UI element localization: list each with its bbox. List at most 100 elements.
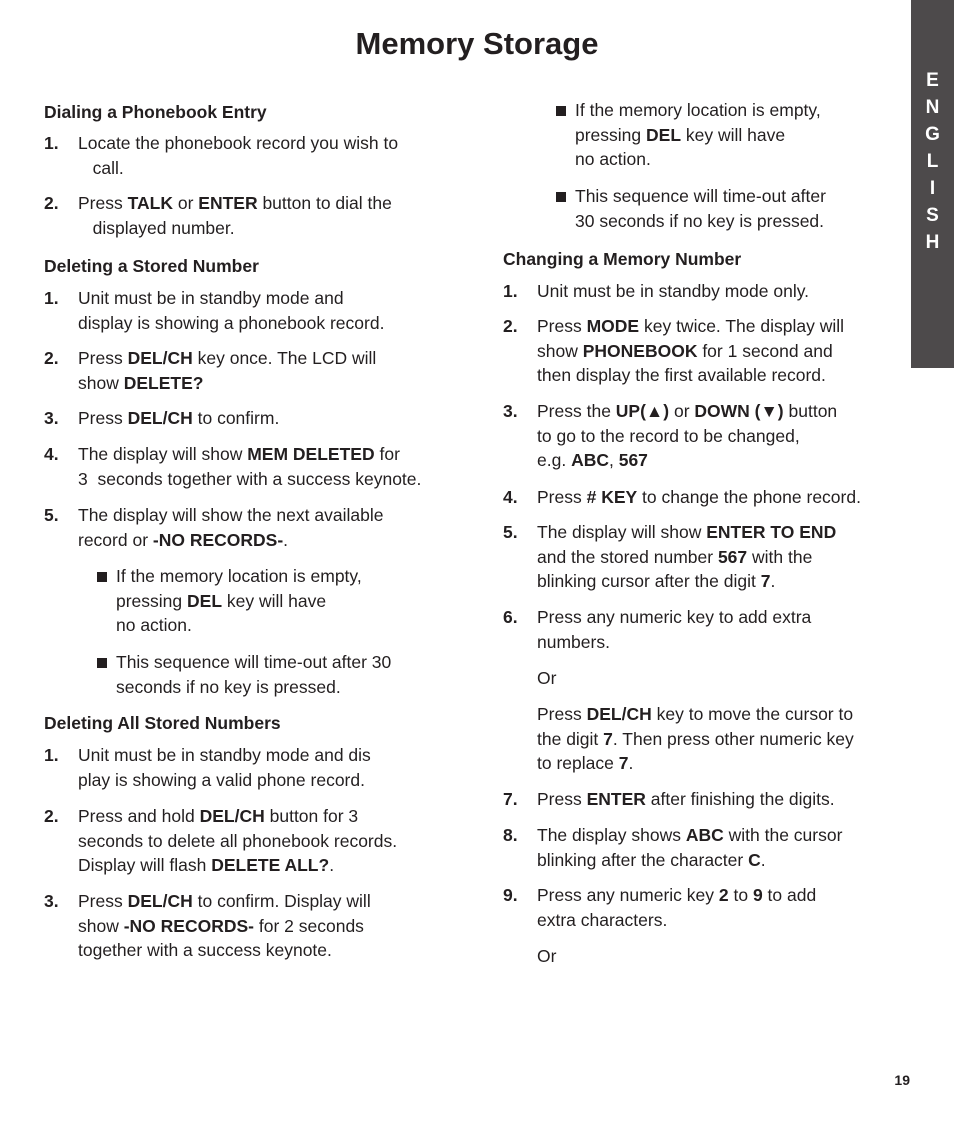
text-line: If the memory location is empty, bbox=[575, 98, 821, 123]
text-line: blinking after the character C. bbox=[537, 848, 842, 873]
text-run: or bbox=[669, 401, 695, 421]
text-line: The display will show MEM DELETED for bbox=[78, 442, 421, 467]
bold-term: -NO RECORDS- bbox=[123, 915, 254, 936]
bold-term: ENTER TO END bbox=[706, 522, 837, 542]
step-item: 1. Unit must be in standby mode and displa… bbox=[44, 286, 384, 335]
bold-term: DEL/CH bbox=[586, 704, 652, 724]
item-text: Press DEL/CH to confirm. bbox=[78, 406, 279, 431]
text-line: The display will show ENTER TO END bbox=[537, 520, 836, 545]
bold-term: DOWN (▼) bbox=[694, 401, 784, 421]
text-run: If the memory location is empty, bbox=[116, 566, 362, 586]
item-text: Press ENTER after finishing the digits. bbox=[537, 787, 835, 812]
text-run: Press and hold bbox=[78, 806, 200, 826]
step-item: 2. Press DEL/CH key once. The LCD will sho… bbox=[44, 346, 376, 395]
text-line: displayed number. bbox=[78, 216, 392, 241]
text-run: Unit must be in standby mode and dis bbox=[78, 745, 371, 765]
text-run: 3 seconds together with a success keynot… bbox=[78, 468, 422, 489]
bullet-item: If the memory location is empty, pressing… bbox=[556, 98, 821, 172]
bold-term: DEL bbox=[187, 590, 223, 611]
step-number: 4. bbox=[503, 487, 518, 507]
bold-term: -NO RECORDS- bbox=[152, 529, 284, 550]
language-tab-letter: L bbox=[926, 151, 939, 172]
paragraph: Or bbox=[503, 666, 556, 691]
text-line: Press any numeric key 2 to 9 to add bbox=[537, 883, 816, 908]
text-line: e.g. ABC, 567 bbox=[537, 448, 837, 473]
text-line: show PHONEBOOK for 1 second and bbox=[537, 339, 844, 364]
bold-term: ENTER bbox=[198, 193, 258, 213]
text-run: to confirm. Display will bbox=[192, 891, 371, 911]
language-tab-letter: S bbox=[926, 205, 939, 226]
step-item: 3. Press DEL/CH to confirm. Display will s… bbox=[44, 889, 371, 963]
text-line: The display will show the next available bbox=[78, 503, 383, 528]
text-run: with the bbox=[747, 546, 813, 567]
bold-term: 7 bbox=[618, 753, 629, 773]
text-line: together with a success keynote. bbox=[78, 938, 371, 963]
text-run: displayed number. bbox=[78, 217, 235, 238]
bold-term: MODE bbox=[586, 316, 640, 336]
text-line: to replace 7. bbox=[537, 751, 854, 776]
text-run: button for 3 bbox=[264, 806, 359, 826]
text-run: show bbox=[78, 915, 124, 936]
text-line: Display will flash DELETE ALL?. bbox=[78, 853, 397, 878]
text-run: This sequence will time-out after bbox=[575, 186, 826, 206]
text-run: key will have bbox=[681, 124, 786, 145]
section-heading: Changing a Memory Number bbox=[503, 249, 742, 269]
item-text: Press any numeric key 2 to 9 to add extra… bbox=[537, 883, 816, 932]
text-line: no action. bbox=[575, 147, 821, 172]
text-line: Press DEL/CH to confirm. bbox=[78, 406, 279, 431]
step-number: 5. bbox=[44, 505, 59, 525]
text-line: show DELETE? bbox=[78, 371, 376, 396]
text-line: no action. bbox=[116, 613, 362, 638]
text-run: Press bbox=[537, 316, 587, 336]
bold-term: UP(▲) bbox=[615, 401, 670, 421]
step-item: 1. Locate the phonebook record you wish t… bbox=[44, 131, 398, 180]
item-text: This sequence will time-out after 30 seco… bbox=[575, 184, 826, 233]
section-heading: Deleting All Stored Numbers bbox=[44, 713, 281, 733]
section-heading: Deleting a Stored Number bbox=[44, 256, 259, 276]
item-text: Press DEL/CH key to move the cursor to th… bbox=[537, 702, 854, 776]
step-item: 2. Press and hold DEL/CH button for 3 seco… bbox=[44, 804, 397, 878]
text-run: Press bbox=[537, 704, 587, 724]
text-run: play is showing a valid phone record. bbox=[78, 769, 365, 790]
item-text: The display will show ENTER TO END and th… bbox=[537, 520, 836, 594]
item-text: The display shows ABC with the cursor bli… bbox=[537, 823, 842, 872]
step-item: 8. The display shows ABC with the cursor b… bbox=[503, 823, 842, 872]
text-line: extra characters. bbox=[537, 908, 816, 933]
step-item: 2. Press MODE key twice. The display will… bbox=[503, 314, 844, 388]
text-run: blinking cursor after the digit bbox=[537, 571, 761, 591]
step-item: 1. Unit must be in standby mode only. bbox=[503, 279, 809, 304]
text-run: The display shows bbox=[537, 825, 686, 845]
text-line: Unit must be in standby mode only. bbox=[537, 279, 809, 304]
text-run: Or bbox=[537, 668, 557, 688]
step-item: 4. Press # KEY to change the phone record… bbox=[503, 485, 861, 510]
bullet-item: This sequence will time-out after 30 seco… bbox=[97, 650, 391, 699]
step-item: 1. Unit must be in standby mode and dis pl… bbox=[44, 743, 371, 792]
text-run: blinking after the character bbox=[537, 849, 749, 870]
bold-term: 567 bbox=[717, 546, 748, 567]
bold-term: DEL bbox=[646, 124, 682, 145]
text-line: Unit must be in standby mode and dis bbox=[78, 743, 371, 768]
step-number: 3. bbox=[503, 401, 518, 421]
square-bullet-icon bbox=[97, 572, 107, 582]
step-item: 3. Press DEL/CH to confirm. bbox=[44, 406, 279, 431]
text-run: Press bbox=[537, 487, 587, 507]
text-run: The display will show bbox=[537, 522, 707, 542]
text-line: This sequence will time-out after 30 bbox=[116, 650, 391, 675]
item-text: Or bbox=[537, 666, 556, 691]
bold-term: MEM DELETED bbox=[247, 444, 375, 464]
text-line: the digit 7. Then press other numeric ke… bbox=[537, 727, 854, 752]
text-run: Press bbox=[78, 408, 128, 428]
text-line: pressing DEL key will have bbox=[575, 123, 821, 148]
text-run: seconds if no key is pressed. bbox=[116, 676, 341, 697]
step-item: 6. Press any numeric key to add extra numb… bbox=[503, 605, 811, 654]
text-run: Press bbox=[78, 193, 128, 213]
text-run: to change the phone record. bbox=[637, 487, 861, 507]
bold-term: ABC bbox=[685, 825, 724, 845]
text-run: key once. The LCD will bbox=[192, 348, 377, 368]
text-line: Press DEL/CH key to move the cursor to bbox=[537, 702, 854, 727]
step-item: 5. The display will show ENTER TO END and … bbox=[503, 520, 836, 594]
language-tab: ENGLISH bbox=[911, 0, 954, 368]
text-run: If the memory location is empty, bbox=[575, 100, 821, 120]
language-tab-letter: I bbox=[929, 178, 936, 199]
text-run: button bbox=[783, 401, 838, 421]
